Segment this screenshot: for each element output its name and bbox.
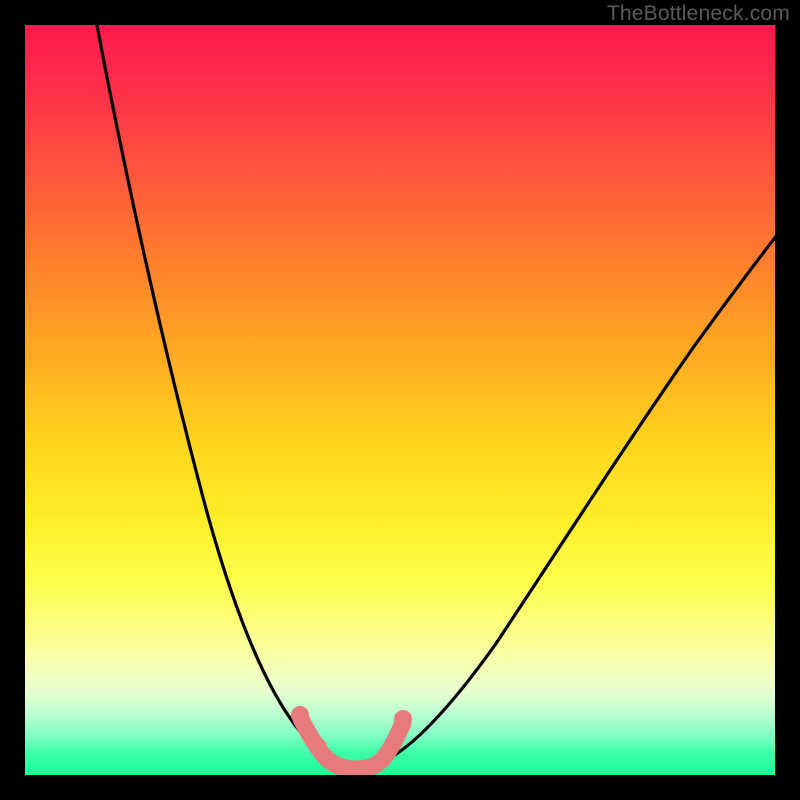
left-curve: [95, 25, 337, 765]
marker-dot: [394, 710, 412, 728]
chart-frame: TheBottleneck.com: [0, 0, 800, 800]
watermark-text: TheBottleneck.com: [607, 2, 790, 26]
marker-dot: [291, 706, 309, 724]
bottleneck-curves: [25, 25, 775, 775]
plot-area: [25, 25, 775, 775]
marker-dot: [309, 738, 327, 756]
right-curve: [375, 225, 775, 765]
